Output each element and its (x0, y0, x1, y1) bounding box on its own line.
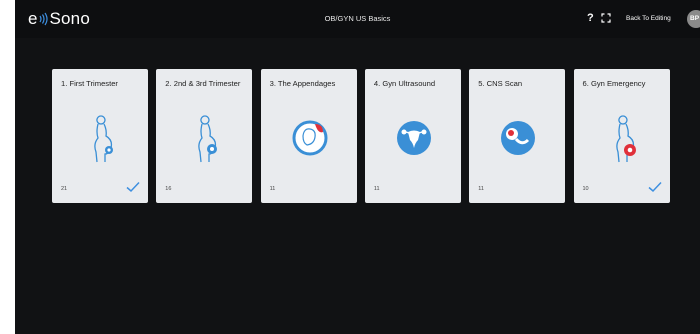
module-card[interactable]: 4. Gyn Ultrasound 11 (364, 69, 461, 203)
fetus-head-icon (501, 121, 536, 155)
course-title: OB/GYN US Basics (324, 14, 391, 23)
avatar[interactable]: BP (687, 10, 700, 28)
fullscreen-icon[interactable] (601, 13, 611, 23)
top-bar: e Sono OB/GYN US Basics ? Back To Editin… (15, 0, 700, 38)
completed-check-icon (126, 181, 140, 193)
module-count: 11 (478, 186, 484, 192)
module-title: 4. Gyn Ultrasound (373, 79, 436, 88)
module-count: 16 (165, 186, 172, 192)
module-title: 3. The Appendages (269, 79, 336, 88)
module-card[interactable]: 5. CNS Scan 11 (469, 69, 566, 203)
fetus-circle-icon (292, 120, 328, 156)
completed-check-icon (648, 181, 662, 193)
module-card[interactable]: 1. First Trimester 21 (52, 69, 148, 203)
pregnant-woman-emergency-icon (615, 115, 636, 163)
app-window: e Sono OB/GYN US Basics ? Back To Editin… (15, 0, 700, 334)
uterus-icon (396, 121, 431, 155)
module-count: 11 (373, 186, 380, 192)
module-count: 21 (61, 186, 68, 192)
module-card[interactable]: 2. 2nd & 3rd Trimester 16 (156, 69, 253, 203)
module-card[interactable]: 6. Gyn Emergency 10 (573, 69, 670, 203)
module-count: 11 (269, 186, 276, 192)
module-card[interactable]: 3. The Appendages 11 (260, 69, 357, 203)
help-button[interactable]: ? (587, 11, 594, 25)
module-title: 2. 2nd & 3rd Trimester (165, 79, 241, 88)
module-title: 1. First Trimester (61, 79, 118, 88)
module-count: 10 (582, 186, 589, 192)
module-title: 5. CNS Scan (478, 79, 523, 88)
module-title: 6. Gyn Emergency (582, 79, 646, 88)
back-to-editing-button[interactable]: Back To Editing (626, 14, 671, 24)
pregnant-woman-icon (94, 115, 113, 163)
pregnant-woman-icon (198, 115, 218, 163)
